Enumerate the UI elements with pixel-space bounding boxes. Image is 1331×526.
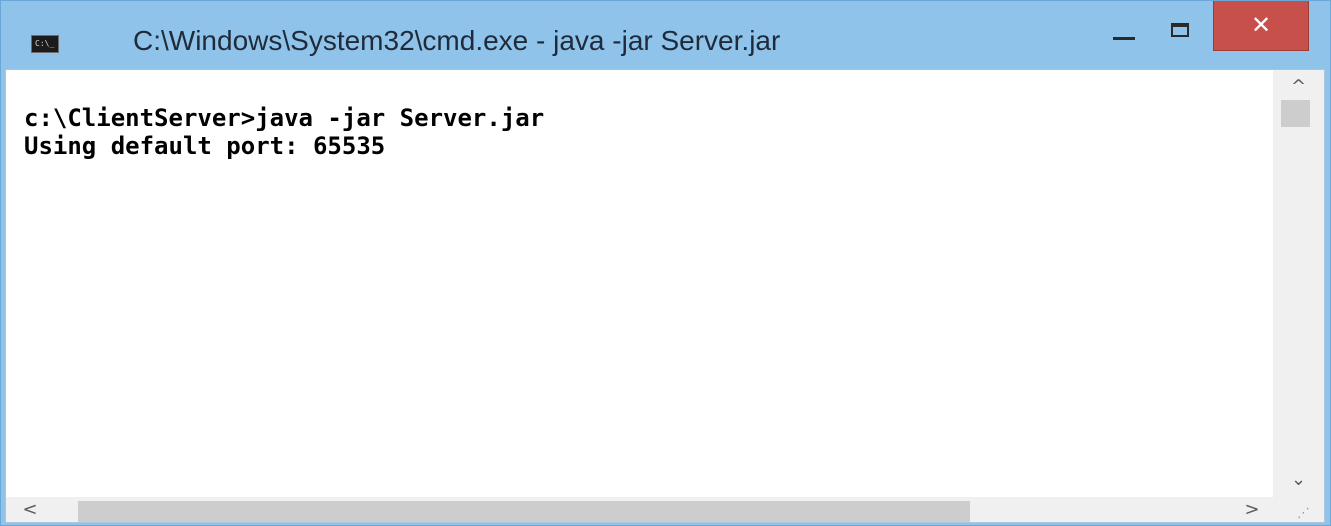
console-window: C:\_ C:\Windows\System32\cmd.exe - java … [0,0,1331,526]
maximize-button[interactable] [1153,1,1209,51]
horizontal-scroll-thumb[interactable] [78,501,970,522]
scroll-down-arrow-icon[interactable]: ⌄ [1273,463,1324,497]
scroll-left-arrow-icon[interactable]: < [10,497,50,522]
horizontal-scrollbar[interactable]: < > [6,497,1272,522]
console-line-command: c:\ClientServer>java -jar Server.jar [24,104,545,132]
close-button[interactable]: ✕ [1213,1,1309,51]
console-output[interactable]: c:\ClientServer>java -jar Server.jar Usi… [6,70,1272,497]
console-client-area: c:\ClientServer>java -jar Server.jar Usi… [5,69,1325,523]
cmd-console-icon[interactable]: C:\_ [31,35,59,53]
console-line-output: Using default port: 65535 [24,132,386,160]
scrollbar-corner: ⋰ [1272,497,1324,522]
maximize-icon [1171,23,1189,37]
scroll-up-arrow-icon[interactable]: ^ [1273,70,1324,104]
window-title: C:\Windows\System32\cmd.exe - java -jar … [133,25,781,56]
vertical-scrollbar[interactable]: ^ ⌄ [1273,70,1324,497]
title-bar[interactable]: C:\_ C:\Windows\System32\cmd.exe - java … [1,1,1330,69]
vertical-scroll-thumb[interactable] [1281,100,1310,127]
resize-grip-icon[interactable]: ⋰ [1297,507,1310,520]
minimize-icon [1113,37,1135,40]
minimize-button[interactable] [1093,1,1155,51]
close-icon: ✕ [1250,11,1272,39]
scroll-right-arrow-icon[interactable]: > [1232,497,1272,522]
